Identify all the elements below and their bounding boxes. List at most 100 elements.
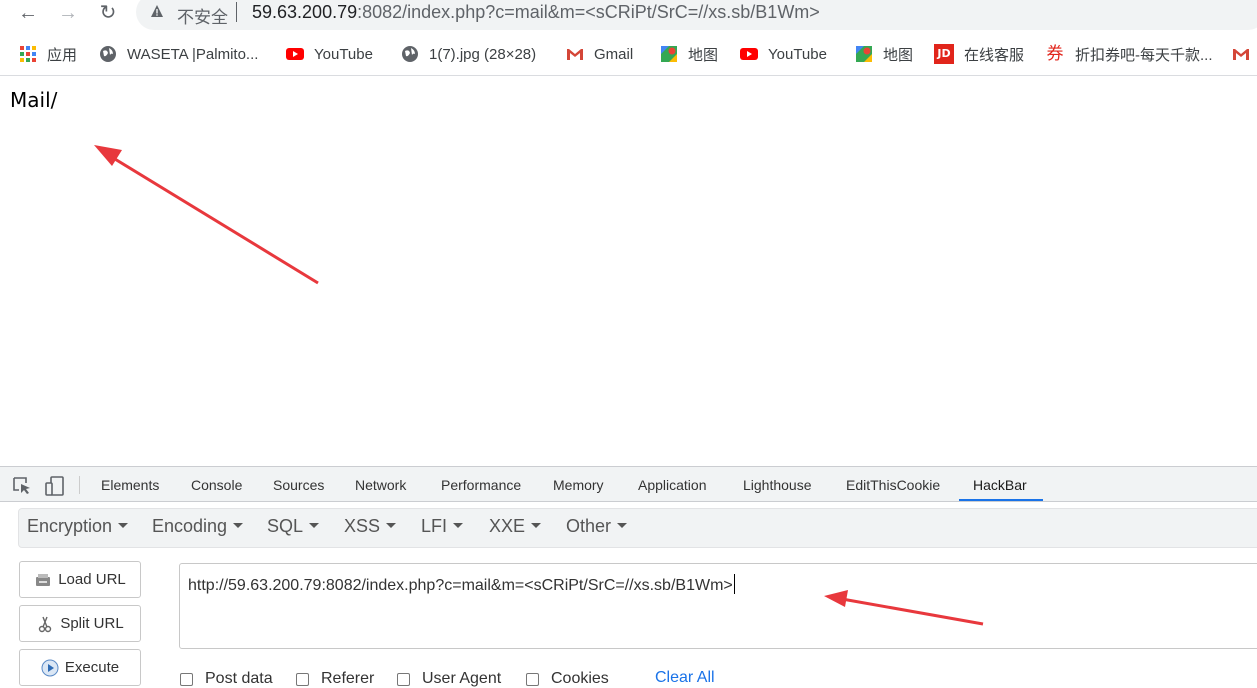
checkbox[interactable]	[296, 672, 309, 686]
bookmark-label: 1(7).jpg (28×28)	[429, 45, 537, 63]
menu-sql[interactable]: SQL	[267, 516, 320, 537]
tab-sources[interactable]: Sources	[273, 467, 324, 502]
bookmark-overflow[interactable]	[1232, 43, 1257, 65]
globe-icon	[402, 46, 418, 62]
tab-application[interactable]: Application	[638, 467, 707, 502]
bookmark-label: Gmail	[594, 45, 634, 63]
bookmark-image[interactable]: 1(7).jpg (28×28)	[401, 43, 536, 65]
menu-label: XSS	[344, 516, 381, 536]
scissors-icon	[39, 616, 52, 632]
annotation-arrow-page	[94, 145, 319, 285]
url-value: http://59.63.200.79:8082/index.php?c=mai…	[188, 577, 733, 594]
address-row: ← → ↻ 不安全 59.63.200.79:8082/index.php?c=…	[0, 0, 1257, 30]
bookmark-label: YouTube	[768, 45, 827, 63]
bookmark-label: 应用	[47, 46, 78, 64]
menu-label: Encryption	[27, 516, 113, 536]
inspect-element-icon[interactable]	[12, 476, 32, 496]
caret-down-icon	[309, 522, 320, 528]
menu-lfi[interactable]: LFI	[421, 516, 464, 537]
button-label: Split URL	[60, 615, 124, 632]
post-data-option[interactable]: Post data	[180, 670, 273, 688]
menu-label: Encoding	[152, 516, 228, 536]
button-label: Load URL	[58, 571, 126, 588]
reload-icon[interactable]: ↻	[96, 2, 120, 26]
gmail-icon	[567, 49, 583, 60]
omnibox-divider	[236, 2, 237, 22]
caret-down-icon	[531, 522, 542, 528]
jd-icon: JD	[934, 44, 954, 64]
globe-icon	[100, 46, 116, 62]
active-tab-indicator	[959, 499, 1043, 501]
toolbar-divider	[0, 75, 1257, 76]
menu-label: Other	[566, 516, 612, 536]
tab-performance[interactable]: Performance	[441, 467, 521, 502]
devtools-tab-bar: Elements Console Sources Network Perform…	[0, 467, 1257, 502]
tab-editthiscookie[interactable]: EditThisCookie	[846, 467, 940, 502]
youtube-icon	[286, 48, 304, 60]
clear-all-link[interactable]: Clear All	[655, 669, 715, 687]
forward-arrow-icon[interactable]: →	[56, 2, 80, 26]
referer-option[interactable]: Referer	[296, 670, 374, 688]
menu-encryption[interactable]: Encryption	[27, 516, 129, 537]
bookmark-label: YouTube	[314, 45, 373, 63]
insecure-label[interactable]: 不安全	[177, 3, 228, 28]
bookmark-youtube[interactable]: YouTube	[286, 43, 373, 65]
checkbox[interactable]	[180, 672, 193, 686]
bookmark-jd[interactable]: JD 在线客服	[934, 43, 1024, 65]
url-host: 59.63.200.79	[252, 2, 358, 22]
bookmark-label: 折扣券吧-每天千款...	[1075, 46, 1213, 64]
split-url-button[interactable]: Split URL	[19, 605, 141, 642]
gmail-icon	[1233, 49, 1249, 60]
option-label: Cookies	[551, 670, 609, 687]
caret-down-icon	[453, 522, 464, 528]
bookmark-label: WASETA |Palmito...	[127, 45, 259, 63]
tab-network[interactable]: Network	[355, 467, 406, 502]
tab-console[interactable]: Console	[191, 467, 242, 502]
device-toolbar-icon[interactable]	[44, 475, 66, 497]
caret-down-icon	[118, 522, 129, 528]
url-path: :8082/index.php?c=mail&m=<sCRiPt/SrC=//x…	[357, 2, 820, 22]
caret-down-icon	[233, 522, 244, 528]
execute-button[interactable]: Execute	[19, 649, 141, 686]
play-icon	[41, 659, 59, 676]
cookies-option[interactable]: Cookies	[526, 670, 609, 688]
option-label: User Agent	[422, 670, 502, 687]
hackbar-url-input[interactable]: http://59.63.200.79:8082/index.php?c=mai…	[179, 563, 1257, 649]
menu-xss[interactable]: XSS	[344, 516, 397, 537]
menu-label: LFI	[421, 516, 448, 536]
address-url[interactable]: 59.63.200.79:8082/index.php?c=mail&m=<sC…	[252, 2, 820, 23]
option-label: Referer	[321, 670, 375, 687]
load-url-button[interactable]: Load URL	[19, 561, 141, 598]
bookmark-label: 在线客服	[964, 46, 1025, 64]
bookmark-maps-1[interactable]: 地图	[660, 43, 718, 65]
user-agent-option[interactable]: User Agent	[397, 670, 501, 688]
apps-grid-icon	[20, 46, 36, 62]
option-label: Post data	[205, 670, 273, 687]
back-arrow-icon[interactable]: ←	[16, 2, 40, 26]
bookmark-label: 地图	[883, 46, 914, 64]
checkbox[interactable]	[397, 672, 410, 686]
bookmark-coupon[interactable]: 券 折扣券吧-每天千款...	[1045, 43, 1213, 65]
youtube-icon	[740, 48, 758, 60]
menu-encoding[interactable]: Encoding	[152, 516, 244, 537]
checkbox[interactable]	[526, 672, 539, 686]
omnibox[interactable]: 不安全 59.63.200.79:8082/index.php?c=mail&m…	[136, 0, 1257, 30]
bookmark-gmail[interactable]: Gmail	[566, 43, 633, 65]
bookmark-apps[interactable]: 应用	[19, 43, 77, 65]
tab-hackbar[interactable]: HackBar	[973, 467, 1027, 502]
tab-lighthouse[interactable]: Lighthouse	[743, 467, 812, 502]
button-label: Execute	[64, 659, 120, 676]
maps-icon	[856, 46, 872, 62]
bookmark-maps-2[interactable]: 地图	[855, 43, 913, 65]
maps-icon	[661, 46, 677, 62]
tab-elements[interactable]: Elements	[101, 467, 159, 502]
warning-triangle-icon[interactable]	[150, 4, 164, 18]
coupon-icon: 券	[1046, 44, 1064, 64]
hackbar-menu: Encryption Encoding SQL XSS LFI XXE Othe…	[18, 508, 1257, 548]
bookmark-waseta[interactable]: WASETA |Palmito...	[99, 43, 258, 65]
menu-other[interactable]: Other	[566, 516, 628, 537]
tab-memory[interactable]: Memory	[553, 467, 604, 502]
menu-xxe[interactable]: XXE	[489, 516, 542, 537]
bookmark-youtube-2[interactable]: YouTube	[740, 43, 827, 65]
bookmarks-bar: 应用 WASETA |Palmito... YouTube 1(7).jpg (…	[0, 36, 1257, 74]
